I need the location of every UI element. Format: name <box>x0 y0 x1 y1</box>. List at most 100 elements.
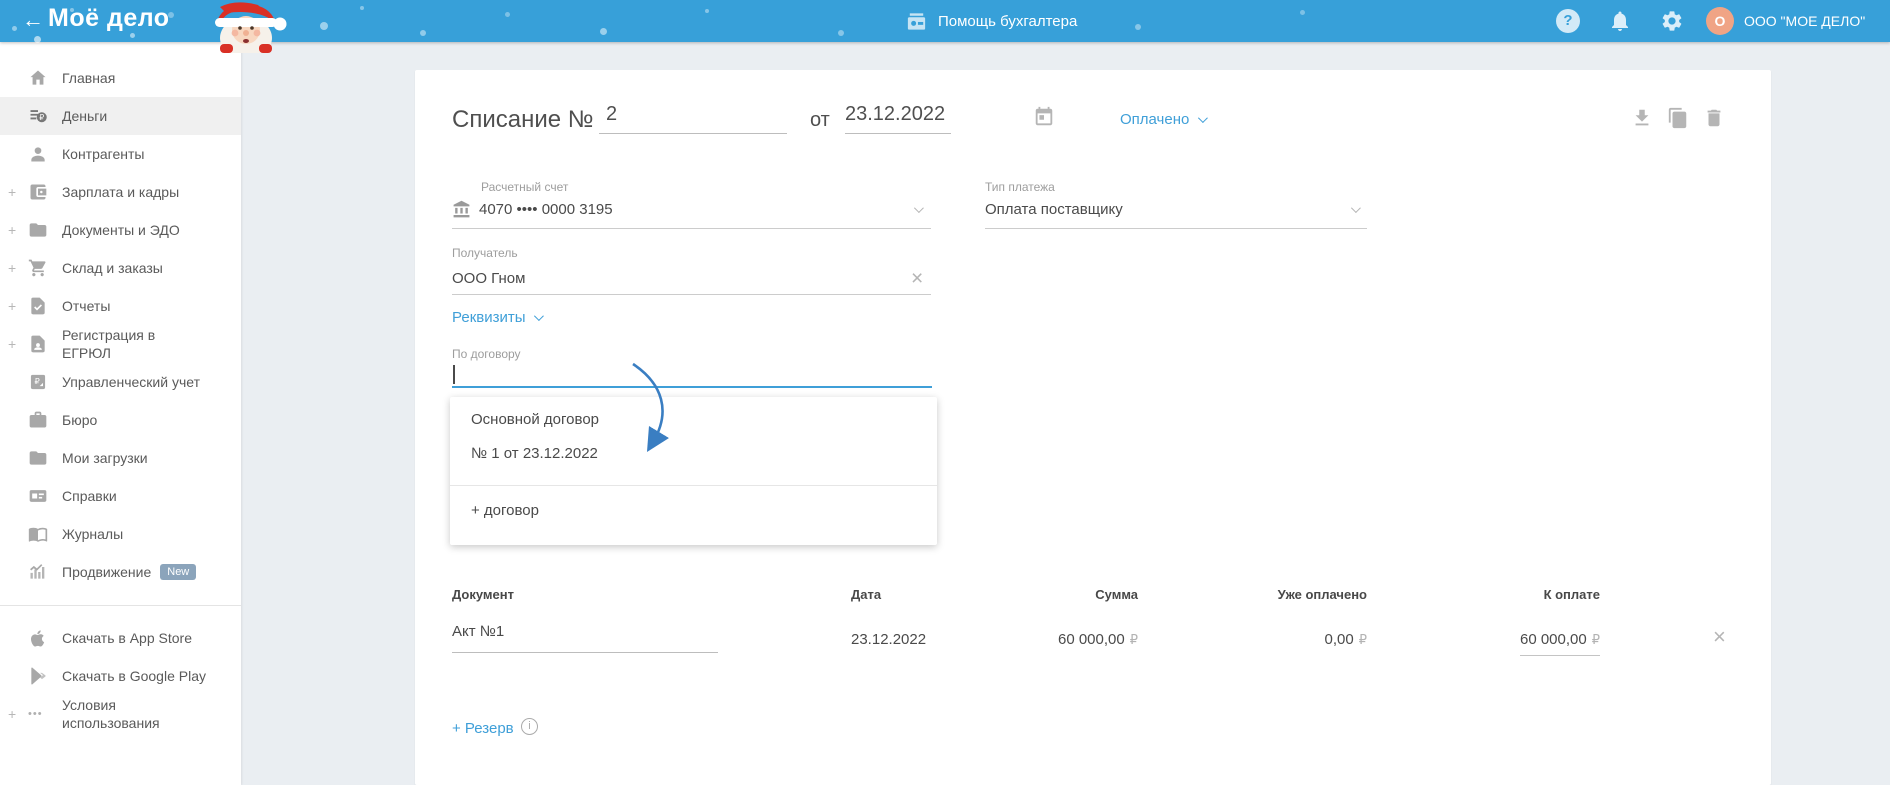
clear-recipient-icon[interactable]: × <box>911 268 923 289</box>
sidebar-item-home[interactable]: Главная <box>0 59 241 97</box>
row-to-pay-input[interactable]: 60 000,00 ₽ <box>1519 631 1600 656</box>
recipient-label: Получатель <box>452 246 518 260</box>
payment-type-label: Тип платежа <box>985 180 1055 194</box>
folder-icon <box>29 223 47 237</box>
sidebar-item-egrul-registration[interactable]: + Регистрация в ЕГРЮЛ <box>0 325 241 363</box>
apple-icon <box>31 630 45 647</box>
snow-dot <box>130 33 135 38</box>
snow-dot <box>34 36 41 43</box>
sidebar-item-documents[interactable]: + Документы и ЭДО <box>0 211 241 249</box>
column-header-document: Документ <box>452 587 514 602</box>
column-header-date: Дата <box>851 587 882 602</box>
expand-plus[interactable]: + <box>8 260 16 276</box>
wallet-icon <box>30 184 47 200</box>
expand-plus[interactable]: + <box>8 706 16 722</box>
column-header-paid: Уже оплачено <box>1277 587 1367 602</box>
expand-plus[interactable]: + <box>8 184 16 200</box>
recipient-input[interactable]: ООО Гном <box>452 270 525 287</box>
sidebar-item-terms-of-use[interactable]: + ••• Условия использования <box>0 695 241 733</box>
contract-label: По договору <box>452 347 521 361</box>
svg-text:₽: ₽ <box>39 113 44 122</box>
requisites-toggle[interactable]: Реквизиты <box>452 309 544 326</box>
status-label: Оплачено <box>1120 111 1190 128</box>
snow-dot <box>705 9 709 13</box>
help-center-label: Помощь бухгалтера <box>938 12 1078 30</box>
app-logo[interactable]: Моё дело <box>48 4 170 33</box>
sidebar-item-management-accounting[interactable]: ₽ Управленческий учет <box>0 363 241 401</box>
dots-icon: ••• <box>28 708 43 720</box>
ruble-sign: ₽ <box>1591 633 1600 648</box>
recipient-underline <box>452 294 931 295</box>
notifications-bell-icon[interactable] <box>1608 9 1632 33</box>
settings-gear-icon[interactable] <box>1660 9 1684 33</box>
bank-icon <box>453 200 470 218</box>
sidebar-item-promotion[interactable]: Продвижение New <box>0 553 241 591</box>
chevron-down-icon <box>1198 113 1209 124</box>
home-icon <box>30 70 46 85</box>
account-underline <box>452 228 931 229</box>
back-arrow-icon[interactable]: ← <box>22 7 44 33</box>
contract-input[interactable] <box>457 366 927 386</box>
help-question-icon[interactable]: ? <box>1556 9 1580 33</box>
payment-type-underline <box>985 228 1367 229</box>
row-date: 23.12.2022 <box>851 631 927 648</box>
sidebar-item-app-store[interactable]: Скачать в App Store <box>0 619 241 657</box>
dropdown-divider <box>450 485 937 486</box>
sidebar-item-warehouse[interactable]: + Склад и заказы <box>0 249 241 287</box>
column-header-to-pay: К оплате <box>1543 587 1600 602</box>
column-header-sum: Сумма <box>1095 587 1138 602</box>
chevron-down-icon[interactable] <box>913 203 924 214</box>
top-bar: ← Моё дело Помощь бухгалтера ? О ООО "МО… <box>0 0 1890 53</box>
status-dropdown[interactable]: Оплачено <box>1120 111 1209 128</box>
help-center-button[interactable]: Помощь бухгалтера <box>905 0 1077 42</box>
sidebar: Главная ₽ Деньги Контрагенты + Зарплата … <box>0 42 241 785</box>
contract-dropdown-panel: Основной договор № 1 от 23.12.2022 + дог… <box>450 397 937 545</box>
document-number-input[interactable]: 2 <box>599 103 787 134</box>
sidebar-item-salary[interactable]: + Зарплата и кадры <box>0 173 241 211</box>
cart-icon <box>28 259 46 277</box>
company-name[interactable]: ООО "МОЕ ДЕЛО" <box>1744 13 1865 29</box>
info-icon[interactable]: i <box>521 718 538 735</box>
row-document-input[interactable]: Акт №1 <box>452 623 718 653</box>
sidebar-item-google-play[interactable]: Скачать в Google Play <box>0 657 241 695</box>
expand-plus[interactable]: + <box>8 336 16 352</box>
sidebar-item-reports[interactable]: + Отчеты <box>0 287 241 325</box>
row-paid: 0,00 ₽ <box>1324 631 1367 648</box>
person-icon <box>31 147 45 162</box>
user-avatar[interactable]: О <box>1706 7 1734 35</box>
sidebar-divider <box>0 605 241 606</box>
delete-icon[interactable] <box>1703 107 1725 129</box>
snow-dot <box>12 26 17 31</box>
sidebar-item-bureau[interactable]: Бюро <box>0 401 241 439</box>
snow-dot <box>600 28 607 35</box>
date-preposition: от <box>810 109 830 131</box>
snow-dot <box>838 30 844 36</box>
briefcase-icon <box>29 411 47 428</box>
date-input[interactable]: 23.12.2022 <box>845 103 951 134</box>
sidebar-item-counterparties[interactable]: Контрагенты <box>0 135 241 173</box>
option-title: Основной договор <box>471 411 599 428</box>
cash-register-icon <box>907 12 926 30</box>
account-select[interactable]: 4070 •••• 0000 3195 <box>479 201 613 218</box>
expand-plus[interactable]: + <box>8 298 16 314</box>
sidebar-item-my-uploads[interactable]: Мои загрузки <box>0 439 241 477</box>
expand-plus[interactable]: + <box>8 222 16 238</box>
chevron-down-icon <box>533 311 544 322</box>
dropdown-option-main-contract[interactable]: Основной договор № 1 от 23.12.2022 <box>450 397 937 485</box>
download-icon[interactable] <box>1631 107 1653 129</box>
sidebar-item-money[interactable]: ₽ Деньги <box>0 97 241 135</box>
add-reserve-link[interactable]: + Резерв <box>452 720 514 737</box>
sidebar-item-certificates[interactable]: Справки <box>0 477 241 515</box>
calendar-icon[interactable] <box>1033 106 1055 128</box>
new-badge: New <box>160 564 197 580</box>
remove-row-icon[interactable]: × <box>1713 626 1726 648</box>
svg-text:₽: ₽ <box>35 376 41 386</box>
snow-dot <box>1300 10 1305 15</box>
payment-type-select[interactable]: Оплата поставщику <box>985 201 1123 218</box>
sidebar-item-journals[interactable]: Журналы <box>0 515 241 553</box>
chevron-down-icon[interactable] <box>1350 203 1361 214</box>
copy-icon[interactable] <box>1667 107 1689 129</box>
snow-dot <box>420 30 426 36</box>
dropdown-add-contract[interactable]: + договор <box>471 502 539 519</box>
uploads-folder-icon <box>29 451 47 465</box>
